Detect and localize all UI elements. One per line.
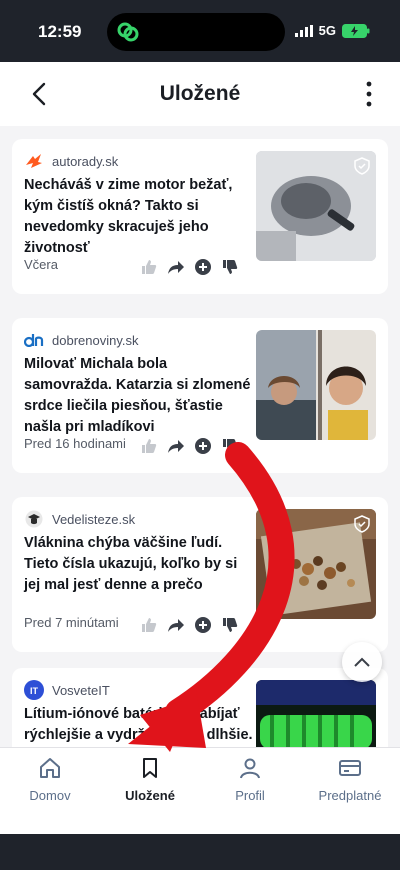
status-bar: 12:59 5G: [0, 0, 400, 62]
thumbs-down-icon[interactable]: [221, 258, 239, 276]
header: Uložené: [0, 62, 400, 126]
article-headline[interactable]: Vláknina chýba väčšine ľudí. Tieto čísla…: [24, 533, 254, 596]
link-icon: [117, 22, 139, 42]
article-source: autorady.sk: [24, 151, 118, 171]
nav-label: Predplatné: [318, 788, 382, 803]
network-type: 5G: [318, 23, 336, 38]
article-headline[interactable]: Necháváš v zime motor bežať, kým čistíš …: [24, 175, 254, 259]
autorady-logo-icon: [24, 151, 44, 171]
article-actions: [140, 258, 239, 276]
katarzia-photo-image: [256, 330, 376, 440]
scroll-to-top-button[interactable]: [342, 642, 382, 682]
thumbs-down-icon[interactable]: [221, 437, 239, 455]
bottom-navigation: Domov Uložené Profil Predplatné: [0, 747, 400, 834]
status-indicators: 5G: [294, 23, 370, 38]
dobrenoviny-logo-icon: [24, 330, 44, 350]
vosveteit-logo-icon: IT: [24, 680, 44, 700]
signal-icon: [294, 24, 313, 37]
article-actions: [140, 437, 239, 455]
shield-check-icon: [354, 515, 370, 533]
nav-item-profile[interactable]: Profil: [200, 756, 300, 803]
add-icon[interactable]: [194, 258, 212, 276]
thumbs-down-icon[interactable]: [221, 616, 239, 634]
nav-item-saved[interactable]: Uložené: [100, 756, 200, 803]
article-time: Pred 7 minútami: [24, 615, 119, 630]
thumbs-up-icon[interactable]: [140, 258, 158, 276]
home-indicator-bar: [0, 834, 400, 870]
bookmark-icon: [143, 758, 157, 778]
more-options-icon[interactable]: [364, 80, 374, 108]
nav-label: Domov: [29, 788, 71, 803]
share-icon[interactable]: [167, 616, 185, 634]
article-time: Včera: [24, 257, 58, 272]
article-thumbnail[interactable]: [256, 330, 376, 440]
shield-check-icon: [354, 157, 370, 175]
source-name: dobrenoviny.sk: [52, 332, 139, 348]
nav-item-home[interactable]: Domov: [0, 756, 100, 803]
add-icon[interactable]: [194, 437, 212, 455]
article-card[interactable]: Vedelisteze.sk Vláknina chýba väčšine ľu…: [12, 497, 388, 652]
share-icon[interactable]: [167, 258, 185, 276]
svg-text:IT: IT: [30, 686, 39, 696]
source-name: Vedelisteze.sk: [52, 511, 136, 527]
article-time: Pred 16 hodinami: [24, 436, 126, 451]
nav-label: Profil: [235, 788, 265, 803]
article-card[interactable]: autorady.sk Necháváš v zime motor bežať,…: [12, 139, 388, 294]
article-actions: [140, 616, 239, 634]
thumbs-up-icon[interactable]: [140, 616, 158, 634]
nav-item-subscription[interactable]: Predplatné: [300, 756, 400, 803]
chevron-up-icon: [354, 657, 370, 667]
home-icon: [40, 758, 60, 778]
saved-screen: Uložené autorady.sk Necháváš v zime moto…: [0, 62, 400, 775]
subscription-icon: [339, 760, 361, 776]
battery-icon: [342, 23, 370, 38]
share-icon[interactable]: [167, 437, 185, 455]
nav-label: Uložené: [125, 788, 175, 803]
article-source: Vedelisteze.sk: [24, 509, 135, 529]
status-time: 12:59: [38, 22, 82, 41]
profile-icon: [240, 758, 260, 779]
dynamic-island: [107, 13, 285, 51]
source-name: VosveteIT: [52, 682, 110, 698]
article-card[interactable]: dobrenoviny.sk Milovať Michala bola samo…: [12, 318, 388, 473]
article-source: dobrenoviny.sk: [24, 330, 138, 350]
article-source: IT VosveteIT: [24, 680, 110, 700]
add-icon[interactable]: [194, 616, 212, 634]
source-name: autorady.sk: [52, 153, 119, 169]
thumbs-up-icon[interactable]: [140, 437, 158, 455]
article-thumbnail[interactable]: [256, 151, 376, 261]
article-thumbnail[interactable]: [256, 509, 376, 619]
page-title: Uložené: [159, 82, 241, 105]
article-headline[interactable]: Milovať Michala bola samovražda. Katarzi…: [24, 354, 254, 438]
vedelisteze-logo-icon: [24, 509, 44, 529]
